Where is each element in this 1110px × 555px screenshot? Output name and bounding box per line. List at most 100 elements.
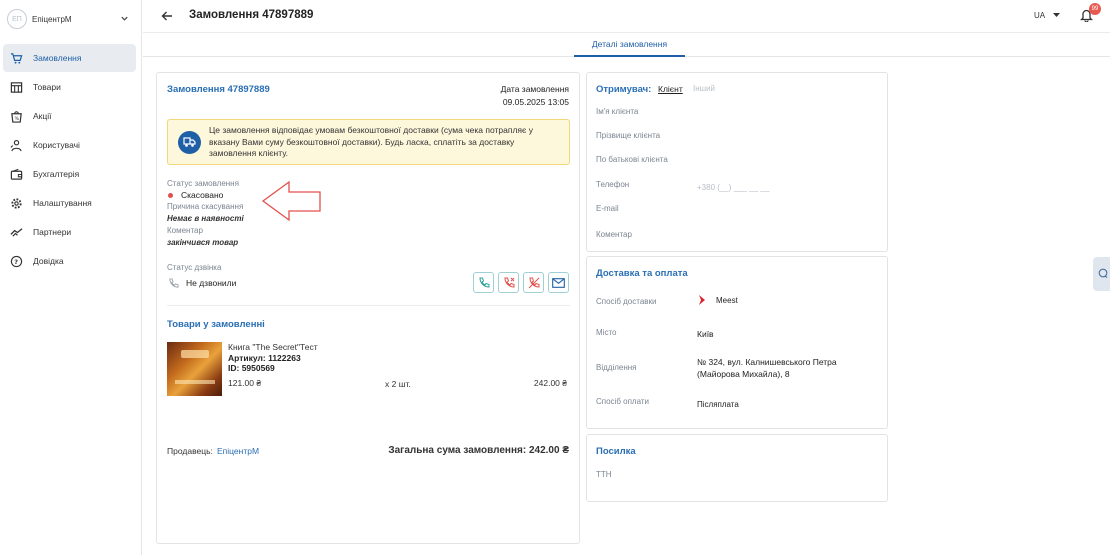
comment-label: Коментар [167, 226, 203, 235]
city-value: Київ [697, 329, 714, 339]
call-status-value: Не дзвонили [186, 278, 237, 288]
recipient-card: Отримувач: Клієнт Інший Ім'я клієнта Прі… [586, 72, 888, 252]
order-card: Замовлення 47897889 Дата замовлення 09.0… [156, 72, 580, 544]
product-name[interactable]: Книга "The Secret"Тест [228, 342, 318, 352]
recipient-option-client[interactable]: Клієнт [658, 84, 683, 94]
divider [167, 305, 570, 306]
delivery-title: Доставка та оплата [596, 268, 688, 279]
top-bar: Замовлення 47897889 UA 99 [143, 0, 1110, 33]
parcel-card: Посилка ТТН [586, 434, 888, 502]
handshake-icon [9, 225, 23, 239]
language-selector[interactable]: UA [1034, 11, 1045, 20]
sidebar-item-promotions[interactable]: % Акції [3, 102, 136, 130]
grand-total: Загальна сума замовлення: 242.00 ₴ [388, 445, 569, 456]
status-dot [168, 193, 173, 198]
svg-text:?: ? [14, 258, 18, 266]
phone-icon [169, 278, 179, 288]
page-title: Замовлення 47897889 [189, 9, 314, 21]
recipient-comment-field[interactable]: Коментар [596, 230, 632, 239]
caret-down-icon[interactable] [1053, 13, 1060, 18]
users-icon [9, 138, 23, 152]
chevron-down-icon [121, 16, 128, 21]
phone-check-icon [478, 277, 489, 288]
product-image[interactable] [167, 342, 222, 396]
first-name-field[interactable]: Ім'я клієнта [596, 107, 638, 116]
sidebar-item-help[interactable]: ? Довідка [3, 247, 136, 275]
status-label: Статус замовлення [167, 179, 239, 188]
sidebar-item-orders[interactable]: Замовлення [3, 44, 136, 72]
product-price: 121.00 ₴ [228, 378, 262, 388]
meest-logo-icon [699, 295, 705, 305]
chat-icon [1098, 268, 1108, 278]
sidebar-item-partners[interactable]: Партнери [3, 218, 136, 246]
promo-bag-icon: % [9, 109, 23, 123]
gear-icon [9, 196, 23, 210]
help-icon: ? [9, 254, 23, 268]
order-title: Замовлення 47897889 [167, 84, 270, 95]
shop-selector[interactable]: ЕП ЕпіцентрМ [6, 7, 140, 31]
shop-name: ЕпіцентрМ [32, 14, 72, 24]
avatar: ЕП [7, 9, 27, 29]
delivery-method-value: Meest [716, 296, 738, 305]
sidebar-item-label: Партнери [33, 227, 72, 237]
sidebar-item-label: Довідка [33, 256, 64, 266]
sidebar-item-users[interactable]: Користувачі [3, 131, 136, 159]
cancel-reason-value: Немає в наявності [167, 214, 244, 223]
send-message-button[interactable] [548, 272, 569, 293]
recipient-title: Отримувач: [596, 84, 652, 95]
goods-title: Товари у замовленні [167, 319, 265, 330]
notice-text: Це замовлення відповідає умовам безкошто… [209, 125, 533, 158]
phone-label: Телефон [596, 180, 630, 189]
sidebar: ЕП ЕпіцентрМ Замовлення Товари % Акції К… [0, 0, 142, 555]
city-label: Місто [596, 328, 617, 337]
phone-off-icon [528, 277, 539, 288]
sidebar-item-label: Налаштування [33, 198, 92, 208]
envelope-icon [552, 277, 565, 288]
seller-link[interactable]: ЕпіцентрМ [217, 446, 259, 456]
tab-bar: Деталі замовлення [143, 33, 1110, 57]
sidebar-item-label: Замовлення [33, 53, 82, 63]
seller-label: Продавець: [167, 446, 213, 456]
patronymic-field[interactable]: По батькові клієнта [596, 155, 668, 164]
order-date-label: Дата замовлення [500, 84, 569, 94]
product-total: 242.00 ₴ [533, 378, 567, 388]
delivery-card: Доставка та оплата Спосіб доставки Meest… [586, 256, 888, 429]
parcel-title: Посилка [596, 446, 636, 457]
tab-order-details[interactable]: Деталі замовлення [574, 33, 685, 57]
cancel-reason-label: Причина скасування [167, 202, 244, 211]
call-no-answer-button[interactable] [498, 272, 519, 293]
svg-text:%: % [14, 116, 19, 122]
sidebar-item-label: Бухгалтерія [33, 169, 80, 179]
sidebar-item-settings[interactable]: Налаштування [3, 189, 136, 217]
payment-value: Післяплата [697, 400, 739, 409]
payment-label: Спосіб оплати [596, 397, 649, 406]
free-delivery-notice: Це замовлення відповідає умовам безкошто… [167, 119, 570, 165]
status-value: Скасовано [181, 190, 224, 200]
email-field[interactable]: E-mail [596, 204, 619, 213]
delivery-truck-icon [178, 131, 201, 154]
back-arrow-icon[interactable] [161, 10, 173, 22]
sidebar-item-label: Користувачі [33, 140, 80, 150]
phone-input[interactable]: +380 (__) ___ __ __ [697, 183, 769, 192]
sidebar-item-label: Товари [33, 82, 61, 92]
call-success-button[interactable] [473, 272, 494, 293]
sidebar-item-products[interactable]: Товари [3, 73, 136, 101]
comment-value: закінчився товар [167, 238, 239, 247]
store-icon [9, 80, 23, 94]
wallet-icon [9, 167, 23, 181]
phone-missed-icon [503, 277, 514, 288]
sidebar-item-accounting[interactable]: Бухгалтерія [3, 160, 136, 188]
notification-badge: 99 [1089, 3, 1101, 15]
cart-icon [9, 51, 23, 65]
delivery-method-label: Спосіб доставки [596, 297, 657, 306]
chat-widget-tab[interactable] [1093, 257, 1110, 291]
annotation-arrow [261, 180, 321, 222]
call-rejected-button[interactable] [523, 272, 544, 293]
branch-label: Відділення [596, 363, 637, 372]
branch-value: № 324, вул. Калнишевського Петра (Майоро… [697, 357, 837, 379]
product-id: ID: 5950569 [228, 363, 275, 373]
recipient-option-other[interactable]: Інший [693, 84, 715, 93]
ttn-field[interactable]: ТТН [596, 470, 612, 479]
product-sku: Артикул: 1122263 [228, 353, 301, 363]
last-name-field[interactable]: Прізвище клієнта [596, 131, 660, 140]
